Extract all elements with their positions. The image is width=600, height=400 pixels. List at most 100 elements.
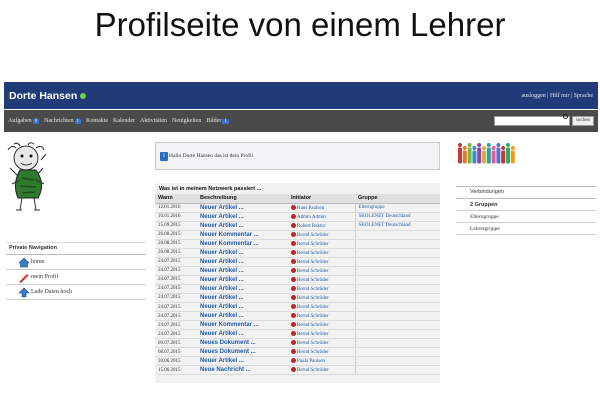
- menu-item-aufgaben[interactable]: Aufgaben 0: [8, 118, 40, 124]
- network-activity-table: Wann Beschreibung Initiator Gruppe 12.01…: [155, 194, 440, 376]
- user-avatar-icon: [291, 331, 296, 337]
- row-description[interactable]: Neuer Artikel ...: [197, 248, 288, 258]
- row-group[interactable]: [354, 356, 440, 367]
- row-description[interactable]: Neues Dokument ...: [197, 338, 288, 349]
- connection-item-elterngruppe[interactable]: Elterngruppe: [456, 211, 596, 223]
- row-group[interactable]: [354, 230, 440, 240]
- row-description-text: Neuer Artikel ...: [200, 304, 244, 311]
- row-date-text: 26.08.2015: [158, 250, 181, 256]
- user-avatar-icon: [291, 367, 296, 373]
- row-initiator-text: Bernd Schröder: [297, 295, 329, 301]
- row-initiator[interactable]: Admin Admin: [288, 212, 355, 222]
- row-description[interactable]: Neuer Artikel ...: [197, 284, 288, 294]
- nav-item-profile[interactable]: mein Profil: [6, 270, 146, 285]
- row-description[interactable]: Neuer Artikel ...: [197, 266, 288, 276]
- row-initiator[interactable]: Robert Rektor: [288, 221, 355, 231]
- row-initiator[interactable]: Bernd Schröder: [288, 311, 355, 322]
- row-description[interactable]: Neuer Artikel ...: [197, 302, 288, 313]
- connections-groups-count[interactable]: 2 Gruppen: [456, 199, 596, 211]
- search-icon[interactable]: [563, 114, 568, 119]
- row-initiator[interactable]: Bernd Schröder: [288, 320, 355, 331]
- row-description[interactable]: Neue Nachricht ...: [197, 365, 288, 376]
- network-activity-title: Was ist in meinem Netzwerk passiert ...: [159, 186, 262, 192]
- row-initiator-text: Bernd Schröder: [297, 305, 329, 311]
- row-group[interactable]: [354, 329, 440, 340]
- menu-item-kalender[interactable]: Kalender: [113, 118, 135, 124]
- row-date-text: 24.07.2015: [158, 277, 181, 283]
- row-initiator[interactable]: Bernd Schröder: [288, 257, 355, 267]
- row-initiator[interactable]: Bernd Schröder: [288, 347, 355, 358]
- menu-item-aktivitäten[interactable]: Aktivitäten: [140, 118, 167, 124]
- row-group[interactable]: [354, 284, 440, 294]
- row-date-text: 24.07.2015: [158, 313, 181, 319]
- row-initiator[interactable]: Paula Paulsen: [288, 356, 355, 367]
- row-initiator[interactable]: Bernd Schröder: [288, 266, 355, 276]
- nav-item-home[interactable]: home: [6, 255, 146, 270]
- row-initiator[interactable]: Bernd Schröder: [288, 338, 355, 349]
- row-description[interactable]: Neuer Kommentar ...: [197, 239, 288, 249]
- row-initiator[interactable]: Hans Paulsen: [288, 203, 355, 213]
- search-input[interactable]: [494, 116, 570, 126]
- row-description[interactable]: Neuer Artikel ...: [197, 221, 288, 231]
- row-group-text: SKOLENET Deutschland: [358, 214, 411, 220]
- connection-item-lehrergruppe[interactable]: Lehrergruppe: [456, 223, 596, 235]
- row-group[interactable]: [354, 338, 440, 349]
- row-description[interactable]: Neuer Artikel ...: [197, 311, 288, 322]
- private-navigation-title: Private Navigation: [6, 242, 146, 255]
- row-group[interactable]: [354, 248, 440, 258]
- row-description[interactable]: Neuer Kommentar ...: [197, 230, 288, 240]
- table-row: 15.06.2015 Neue Nachricht ... Bernd Schröd…: [155, 365, 440, 376]
- row-date: 15.09.2015: [155, 221, 197, 231]
- row-group[interactable]: SKOLENET Deutschland: [354, 221, 440, 231]
- row-description[interactable]: Neues Dokument ...: [197, 347, 288, 358]
- row-group[interactable]: [354, 347, 440, 358]
- row-date-text: 20.06.2015: [158, 358, 181, 364]
- row-group[interactable]: [354, 293, 440, 304]
- row-initiator[interactable]: Bernd Schröder: [288, 248, 355, 258]
- row-initiator[interactable]: Bernd Schröder: [288, 302, 355, 313]
- row-description[interactable]: Neuer Artikel ...: [197, 356, 288, 367]
- row-description-text: Neuer Artikel ...: [200, 331, 244, 338]
- menu-item-kontakte[interactable]: Kontakte: [86, 118, 108, 124]
- row-description[interactable]: Neuer Artikel ...: [197, 293, 288, 304]
- row-description[interactable]: Neuer Artikel ...: [197, 212, 288, 222]
- column-header: Wann: [155, 194, 197, 204]
- row-group[interactable]: [354, 302, 440, 313]
- row-description[interactable]: Neuer Artikel ...: [197, 275, 288, 285]
- row-group[interactable]: Elterngruppe: [354, 203, 440, 213]
- row-initiator[interactable]: Bernd Schröder: [288, 230, 355, 240]
- row-group[interactable]: [354, 239, 440, 249]
- row-initiator[interactable]: Bernd Schröder: [288, 329, 355, 340]
- row-initiator[interactable]: Bernd Schröder: [288, 293, 355, 304]
- nav-item-upload[interactable]: Lade Daten hoch: [6, 285, 146, 300]
- row-group[interactable]: SKOLENET Deutschland: [354, 212, 440, 222]
- user-name-menu[interactable]: Dorte Hansen: [9, 90, 87, 102]
- menu-item-nachrichten[interactable]: Nachrichten 1: [44, 118, 81, 124]
- row-description[interactable]: Neuer Kommentar ...: [197, 320, 288, 331]
- row-description[interactable]: Neuer Artikel ...: [197, 329, 288, 340]
- row-initiator-text: Bernd Schröder: [297, 259, 329, 265]
- user-avatar-icon: [291, 349, 296, 355]
- row-group[interactable]: [354, 275, 440, 285]
- row-group[interactable]: [354, 365, 440, 376]
- row-date-text: 26.08.2015: [158, 241, 181, 247]
- row-date: 15.06.2015: [155, 365, 197, 376]
- row-description-text: Neuer Artikel ...: [200, 267, 244, 274]
- menu-item-bilder[interactable]: Bilder 1: [206, 118, 229, 124]
- row-initiator[interactable]: Bernd Schröder: [288, 275, 355, 285]
- row-group[interactable]: [354, 320, 440, 331]
- row-group[interactable]: [354, 311, 440, 322]
- row-group[interactable]: [354, 266, 440, 276]
- menu-item-label: Neuigkeiten: [172, 118, 202, 124]
- row-initiator-text: Paula Paulsen: [297, 359, 325, 365]
- row-description[interactable]: Neuer Artikel ...: [197, 257, 288, 267]
- row-date-text: 24.07.2015: [158, 286, 181, 292]
- row-group[interactable]: [354, 257, 440, 267]
- row-initiator[interactable]: Bernd Schröder: [288, 365, 355, 376]
- row-initiator[interactable]: Bernd Schröder: [288, 239, 355, 249]
- row-initiator[interactable]: Bernd Schröder: [288, 284, 355, 294]
- menu-item-neuigkeiten[interactable]: Neuigkeiten: [172, 118, 201, 124]
- row-description[interactable]: Neuer Artikel ...: [197, 203, 288, 213]
- header-links[interactable]: ausloggen | Hilf mir | Sprache: [521, 93, 593, 99]
- search-button[interactable]: suchen: [572, 116, 594, 126]
